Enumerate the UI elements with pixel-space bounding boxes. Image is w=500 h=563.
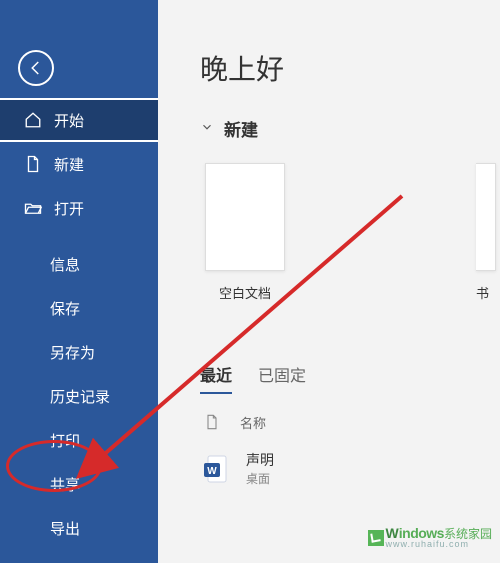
file-name: 声明 — [246, 450, 274, 470]
file-list-sort[interactable]: 名称 — [204, 412, 500, 432]
document-icon — [24, 155, 42, 173]
sidebar-item-label: 开始 — [54, 110, 84, 131]
main-pane: 晚上好 新建 空白文档 书 最近 已固定 — [158, 0, 500, 563]
recent-tabs: 最近 已固定 — [200, 362, 500, 394]
sidebar-item-label: 信息 — [50, 254, 80, 275]
template-label: 空白文档 — [219, 283, 271, 302]
template-blank[interactable]: 空白文档 — [200, 163, 290, 302]
sidebar-item-info[interactable]: 信息 — [0, 242, 158, 286]
sidebar-item-open[interactable]: 打开 — [0, 186, 158, 230]
page-title: 晚上好 — [200, 48, 500, 88]
sidebar-item-export[interactable]: 导出 — [0, 506, 158, 550]
app-root: 开始 新建 打开 信息 保存 另存为 — [0, 0, 500, 563]
word-file-icon: W — [204, 455, 228, 483]
file-list: 名称 W 声明 桌面 — [204, 412, 500, 495]
back-arrow-icon — [27, 59, 45, 77]
sidebar-item-home[interactable]: 开始 — [0, 98, 158, 142]
tab-pinned[interactable]: 已固定 — [258, 362, 306, 394]
template-thumb-clipped — [476, 163, 496, 271]
sidebar-item-label: 保存 — [50, 298, 80, 319]
sidebar-item-label: 历史记录 — [50, 386, 110, 407]
home-icon — [24, 111, 42, 129]
sidebar-item-history[interactable]: 历史记录 — [0, 374, 158, 418]
template-row: 空白文档 书 — [200, 163, 500, 302]
sidebar-item-save[interactable]: 保存 — [0, 286, 158, 330]
sidebar-item-label: 共享 — [50, 474, 80, 495]
template-thumb-blank — [205, 163, 285, 271]
list-item[interactable]: W 声明 桌面 — [204, 442, 500, 495]
file-location: 桌面 — [246, 470, 274, 487]
template-clipped[interactable]: 书 — [476, 163, 500, 302]
sidebar-list: 开始 新建 打开 信息 保存 另存为 — [0, 98, 158, 550]
sidebar-item-new[interactable]: 新建 — [0, 142, 158, 186]
sidebar: 开始 新建 打开 信息 保存 另存为 — [0, 0, 158, 563]
folder-open-icon — [24, 199, 42, 217]
sidebar-item-label: 导出 — [50, 518, 80, 539]
file-list-col-name: 名称 — [240, 413, 266, 432]
template-label: 书 — [476, 283, 489, 302]
svg-text:W: W — [207, 466, 217, 477]
chevron-down-icon — [200, 119, 214, 139]
sidebar-item-print[interactable]: 打印 — [0, 418, 158, 462]
sidebar-item-share[interactable]: 共享 — [0, 462, 158, 506]
sidebar-item-label: 打开 — [54, 198, 84, 219]
tab-recent[interactable]: 最近 — [200, 362, 232, 394]
section-new-label: 新建 — [224, 116, 258, 141]
document-sort-icon — [204, 412, 220, 432]
sidebar-item-label: 新建 — [54, 154, 84, 175]
sidebar-item-label: 另存为 — [50, 342, 95, 363]
sidebar-item-label: 打印 — [50, 430, 80, 451]
sidebar-item-saveas[interactable]: 另存为 — [0, 330, 158, 374]
file-text: 声明 桌面 — [246, 450, 274, 487]
back-button[interactable] — [18, 50, 54, 86]
section-new-toggle[interactable]: 新建 — [200, 116, 500, 141]
